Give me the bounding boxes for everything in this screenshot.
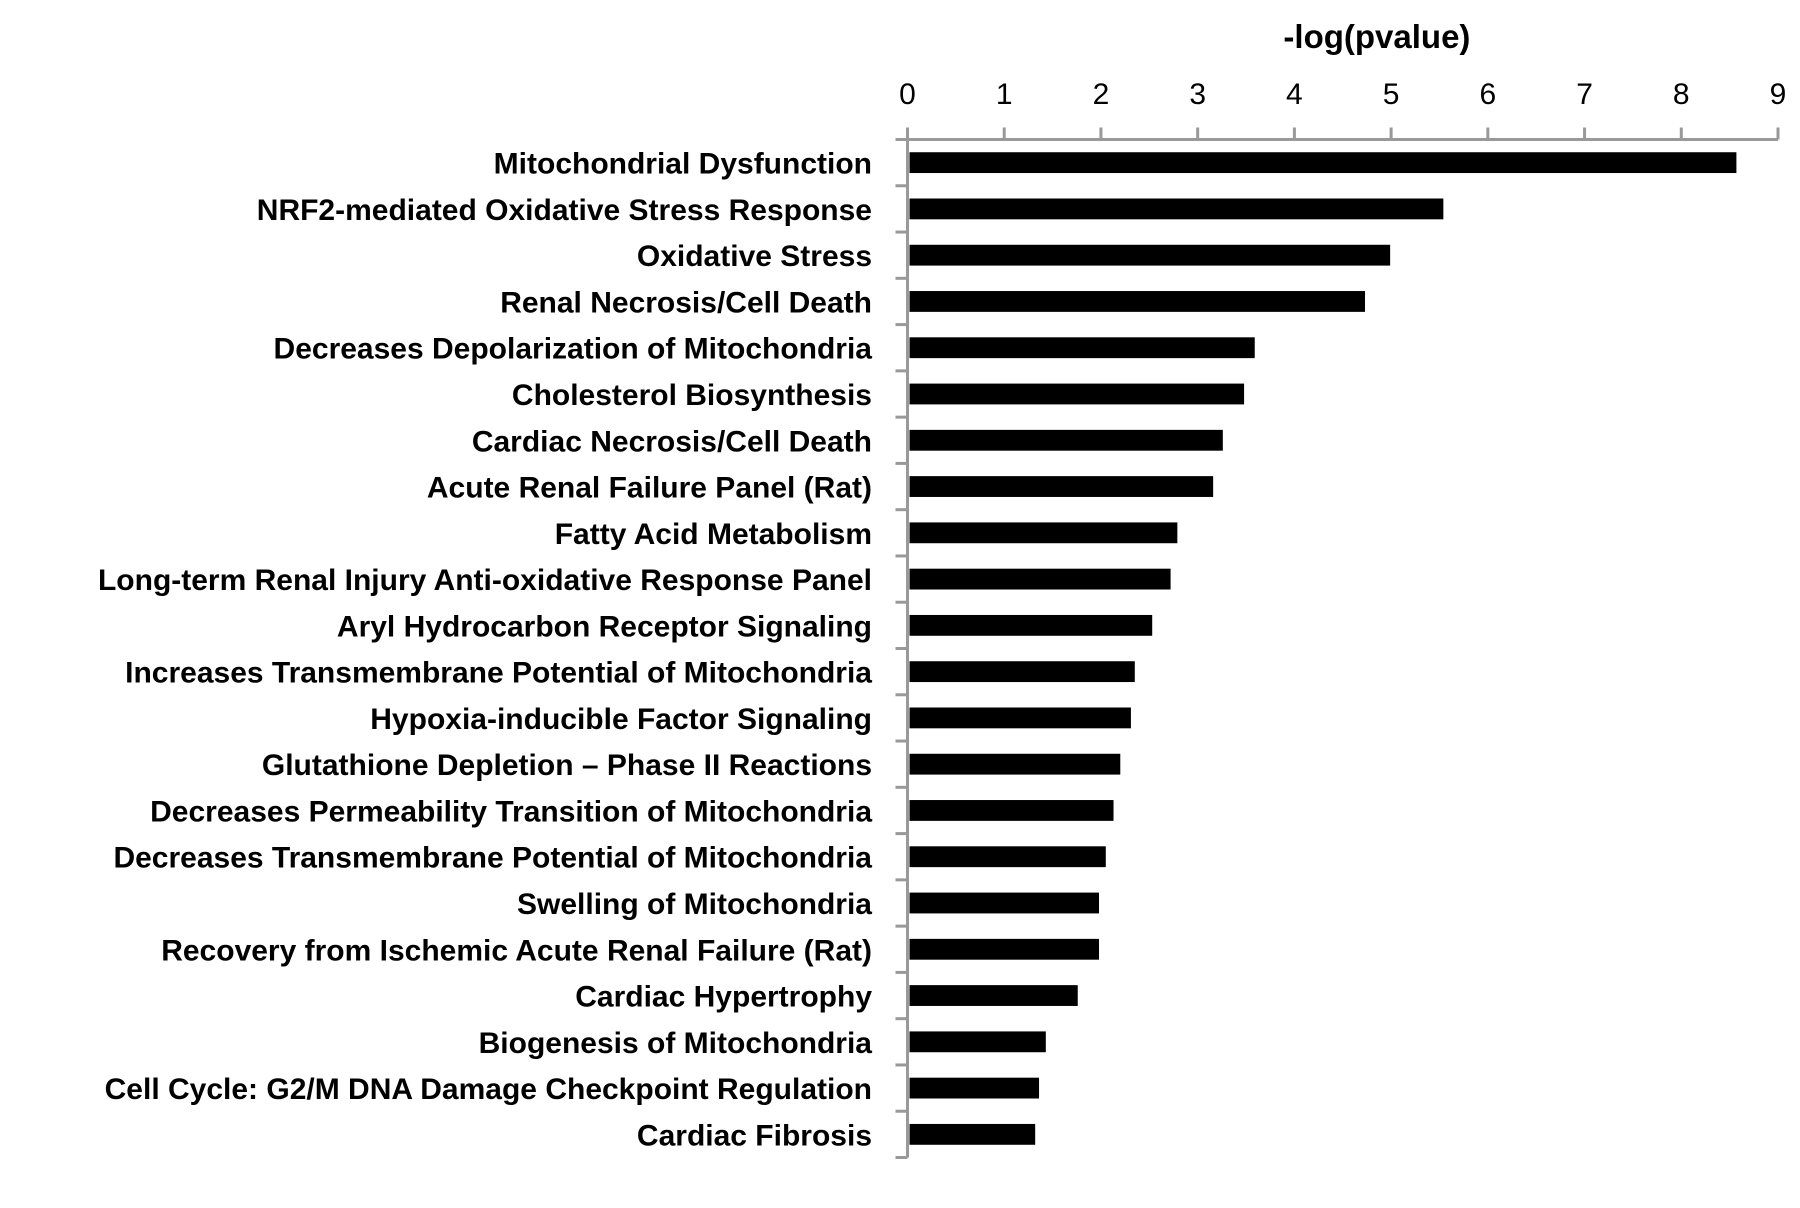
bar [909,614,1153,636]
x-axis-title: -log(pvalue) [1283,18,1470,55]
bar [909,753,1121,775]
bar [909,291,1365,312]
bar [909,476,1214,497]
category-label: Mitochondrial Dysfunction [494,148,872,181]
x-tick-label: 0 [899,78,916,111]
x-tick-label: 2 [1093,78,1110,111]
category-label: Increases Transmembrane Potential of Mit… [125,657,872,690]
category-label: NRF2-mediated Oxidative Stress Response [257,194,872,227]
bar [909,337,1255,359]
category-label: Cardiac Fibrosis [637,1119,872,1152]
category-label: Glutathione Depletion – Phase II Reactio… [262,749,872,782]
category-label: Long-term Renal Injury Anti-oxidative Re… [98,564,872,597]
category-label: Cardiac Hypertrophy [575,981,872,1014]
category-label: Recovery from Ischemic Acute Renal Failu… [161,934,872,967]
category-labels: Mitochondrial Dysfunction NRF2-mediated O… [98,148,872,1153]
bar [909,846,1106,868]
x-tick-label: 9 [1770,78,1787,111]
bar [909,1031,1046,1053]
category-label: Cholesterol Biosynthesis [512,379,872,412]
category-label: Decreases Depolarization of Mitochondria [274,333,873,366]
x-tick-label: 8 [1673,78,1690,111]
bar [909,244,1391,266]
category-label: Swelling of Mitochondria [517,888,872,921]
x-axis-ticks: 0 1 2 3 4 5 6 7 8 9 [899,78,1786,140]
x-tick-label: 7 [1576,78,1593,111]
bar [909,800,1114,821]
bar [909,938,1100,960]
x-tick-label: 6 [1479,78,1496,111]
category-label: Biogenesis of Mitochondria [479,1027,873,1060]
bar [909,568,1171,590]
category-label: Hypoxia-inducible Factor Signaling [370,703,872,736]
bar [909,892,1100,914]
bar [909,198,1444,220]
bar [909,707,1131,729]
bar [909,1123,1036,1145]
bar [909,522,1178,544]
x-tick-label: 5 [1383,78,1400,111]
category-label: Oxidative Stress [637,240,872,273]
category-label: Renal Necrosis/Cell Death [500,286,872,319]
category-label: Fatty Acid Metabolism [555,518,872,551]
category-label: Acute Renal Failure Panel (Rat) [427,472,872,505]
category-label: Decreases Transmembrane Potential of Mit… [113,842,872,875]
bar [909,661,1135,683]
bars [909,152,1737,1145]
x-tick-label: 3 [1189,78,1206,111]
bar [909,1077,1040,1099]
bar-chart: -log(pvalue) 0 1 2 3 4 5 6 7 8 9 Mitochondrial Dy… [98,18,1786,1159]
category-label: Decreases Permeability Transition of Mit… [150,795,872,828]
bar [909,429,1223,451]
bar [909,152,1737,174]
bar [909,383,1245,405]
category-label: Cardiac Necrosis/Cell Death [472,425,872,458]
x-tick-label: 4 [1286,78,1303,111]
category-label: Aryl Hydrocarbon Receptor Signaling [337,610,872,643]
bar [909,985,1078,1006]
x-tick-label: 1 [996,78,1013,111]
category-label: Cell Cycle: G2/M DNA Damage Checkpoint R… [105,1073,872,1106]
